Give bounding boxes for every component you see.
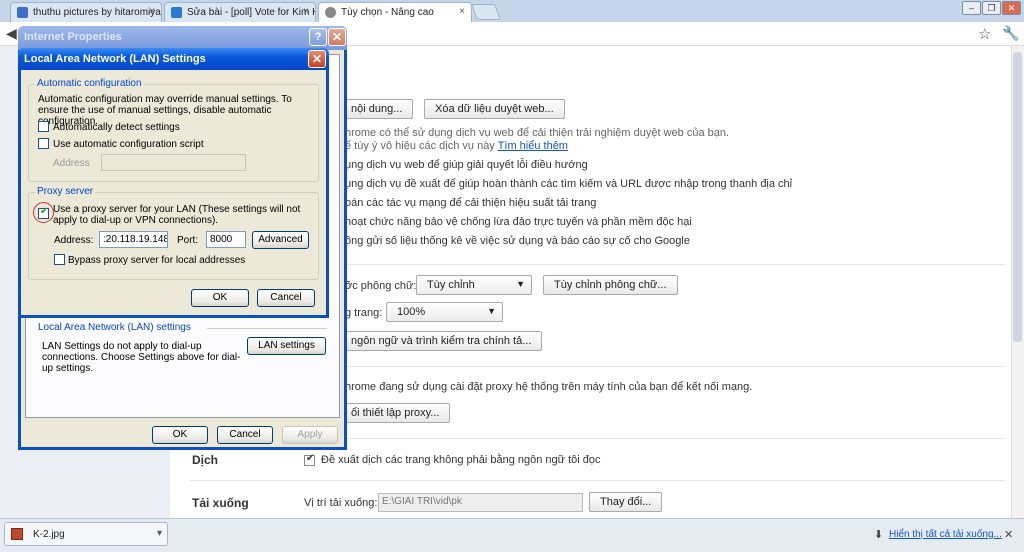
photo-site-icon [17,7,28,18]
privacy-option-suggestions[interactable]: ụng dịch vụ đề xuất để giúp hoàn thành c… [345,178,792,190]
tab-title: thuthu pictures by hitaromiyar [33,7,162,18]
tab-close-icon[interactable]: × [149,6,155,17]
ok-button[interactable]: OK [191,289,249,307]
lan-settings-dialog: Local Area Network (LAN) Settings ✕ Auto… [18,48,329,318]
auto-script-checkbox[interactable] [38,138,49,149]
port-label: Port: [177,235,199,246]
translate-checkbox[interactable]: ✔ [304,453,315,466]
advanced-button[interactable]: Advanced [252,231,309,249]
page-zoom-label: g trang: [345,307,383,319]
translate-option-label: Đề xuất dịch các trang không phải bằng n… [321,454,601,466]
translate-heading: Dịch [192,453,219,467]
section-divider [345,264,1005,265]
privacy-description: hrome có thể sử dụng dịch vụ web để cải … [345,127,730,139]
cancel-button[interactable]: Cancel [217,426,273,444]
change-download-location-button[interactable]: Thay đổi... [589,492,663,512]
restore-button[interactable]: ❐ [982,1,1001,15]
privacy-option-phishing[interactable]: hoạt chức năng bảo vệ chống lừa đảo trực… [345,216,692,228]
download-file-name: K-2.jpg [33,529,65,540]
bookmark-star-icon[interactable]: ☆ [978,25,991,43]
tab-forum-edit-post[interactable]: Sửa bài - [poll] Vote for Kim Hy × [164,2,316,22]
lan-description: LAN Settings do not apply to dial-up con… [42,341,241,374]
section-divider [207,328,327,329]
scrollbar-thumb[interactable] [1013,52,1022,342]
use-proxy-checkbox[interactable]: ✔ [38,206,49,219]
cancel-button[interactable]: Cancel [257,289,315,307]
wrench-menu-icon[interactable]: 🔧 [1002,25,1019,42]
wrench-tab-icon [325,7,336,18]
auto-detect-label: Automatically detect settings [53,122,180,133]
forum-site-icon [171,7,182,18]
section-divider [345,366,1005,367]
bypass-local-checkbox[interactable] [54,254,65,265]
network-description: hrome đang sử dụng cài đặt proxy hệ thốn… [345,381,753,393]
script-address-label: Address [53,158,90,169]
auto-detect-checkbox[interactable] [38,121,49,132]
languages-button[interactable]: ngôn ngữ và trình kiểm tra chính tả... [340,331,543,351]
tab-close-icon[interactable]: × [303,6,309,17]
automatic-configuration-label: Automatic configuration [35,78,144,89]
proxy-address-field[interactable]: :20.118.19.148 [99,231,168,248]
clear-browsing-data-button[interactable]: Xóa dữ liệu duyệt web... [424,99,565,119]
proxy-address-label: Address: [54,235,94,246]
tab-thuthu-pictures[interactable]: thuthu pictures by hitaromiyar × [10,2,162,22]
section-divider [190,480,1005,481]
tab-title: Tùy chọn - Nâng cao [341,7,434,18]
chevron-down-icon: ▼ [516,279,525,289]
tab-close-icon[interactable]: × [459,6,465,17]
image-file-icon [11,528,23,540]
content-settings-button[interactable]: nội dung... [340,99,414,119]
close-button[interactable]: ✕ [308,50,326,68]
lan-settings-titlebar[interactable]: Local Area Network (LAN) Settings [18,48,329,70]
privacy-description-2: ể tùy ý vô hiệu các dịch vụ này Tìm hiểu… [345,140,568,152]
download-menu-arrow[interactable]: ▾ [157,528,162,539]
tab-title: Sửa bài - [poll] Vote for Kim Hy [187,7,316,18]
tab-settings-advanced[interactable]: Tùy chọn - Nâng cao × [318,2,472,22]
download-arrow-icon: ⬇ [874,529,884,541]
download-location-field: E:\GIAI TRI\vid\pk [378,493,583,512]
show-all-downloads-link[interactable]: Hiển thị tất cả tải xuống... [889,529,1002,540]
close-button[interactable]: ✕ [328,28,346,46]
internet-properties-titlebar[interactable]: Internet Properties [18,26,347,50]
use-proxy-label: Use a proxy server for your LAN (These s… [53,204,301,226]
minimize-button[interactable]: – [962,1,981,15]
font-size-select[interactable]: Tùy chỉnh ▼ [416,275,532,295]
page-zoom-select[interactable]: 100% ▼ [386,302,503,322]
close-download-shelf-icon[interactable]: ✕ [1004,528,1013,541]
chevron-down-icon: ▼ [487,306,496,316]
download-location-label: Vị trí tải xuống: [304,497,378,509]
downloads-heading: Tải xuống [192,496,249,510]
port-field[interactable]: 8000 [206,231,246,248]
privacy-option-nav-errors[interactable]: ụng dịch vụ web để giúp giải quyết lỗi đ… [345,159,588,171]
lan-section-label: Local Area Network (LAN) settings [36,322,193,333]
customize-fonts-button[interactable]: Tùy chỉnh phông chữ... [543,275,678,295]
help-button[interactable]: ? [309,28,327,46]
bypass-local-label: Bypass proxy server for local addresses [68,255,246,266]
dialog-title: Local Area Network (LAN) Settings [24,53,206,65]
privacy-option-prefetch[interactable]: oán các tác vụ mạng để cải thiện hiệu su… [345,197,596,209]
lan-settings-button[interactable]: LAN settings [247,337,326,355]
back-arrow-icon[interactable]: ◀ [6,25,17,42]
learn-more-link[interactable]: Tìm hiểu thêm [498,140,568,152]
privacy-option-usage-stats[interactable]: ông gửi số liệu thống kê về việc sử dụng… [345,235,690,247]
script-address-field [101,154,246,171]
font-size-label: ỡc phông chữ: [345,280,417,292]
change-proxy-button[interactable]: ổi thiết lập proxy... [340,403,451,423]
auto-script-label: Use automatic configuration script [53,139,204,150]
dialog-title: Internet Properties [24,31,122,43]
checkmark-icon: ✔ [40,206,49,217]
apply-button: Apply [282,426,338,444]
window-close-button[interactable]: ✕ [1002,1,1021,15]
download-item[interactable]: K-2.jpg ▾ [4,522,168,546]
ok-button[interactable]: OK [152,426,208,444]
proxy-server-label: Proxy server [35,186,96,197]
